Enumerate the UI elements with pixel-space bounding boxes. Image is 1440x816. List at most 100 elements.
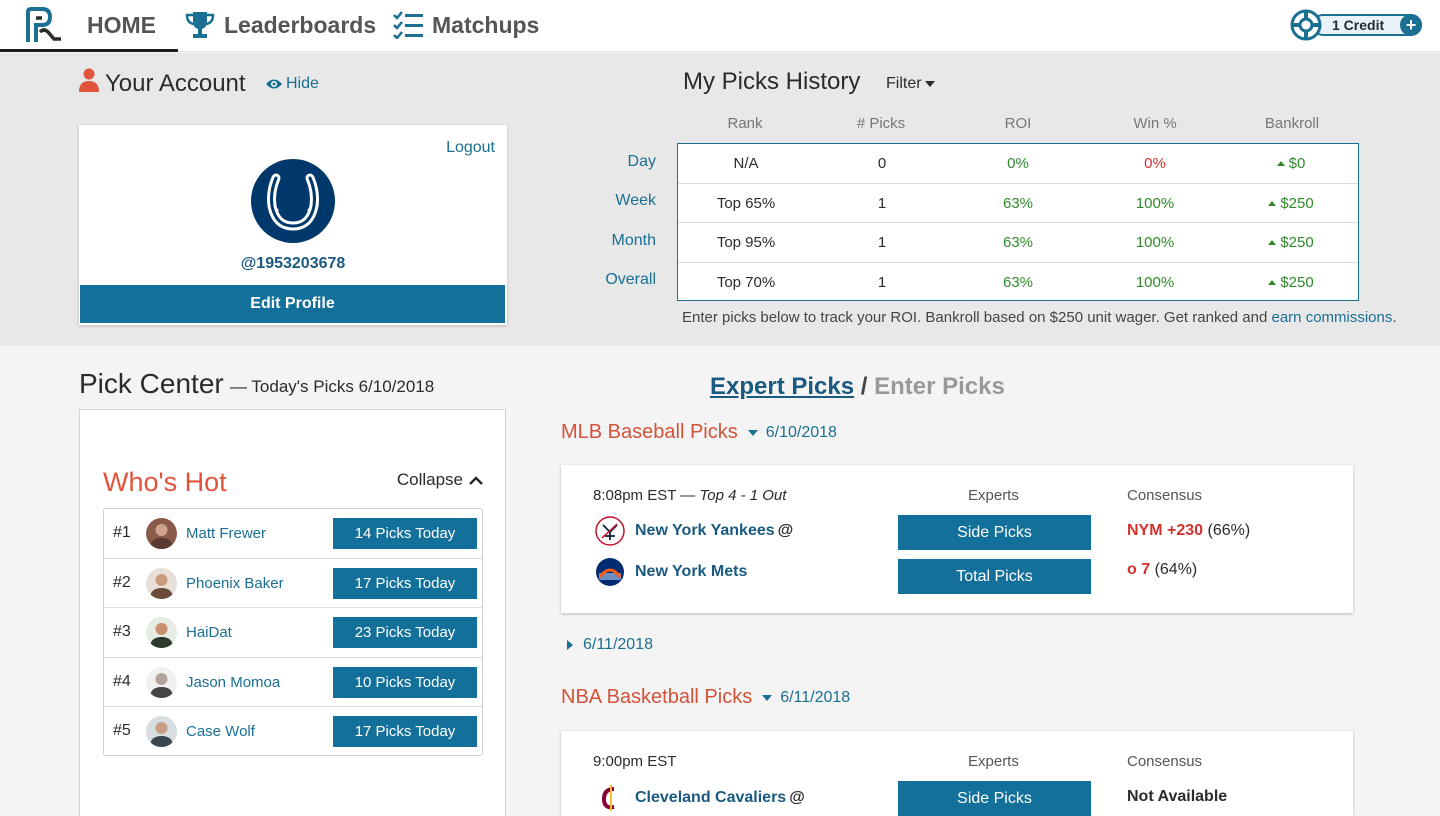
picks-cell: 1 [877, 194, 887, 212]
row-label-month[interactable]: Month [560, 232, 656, 250]
hide-label: Hide [286, 75, 319, 92]
tab-enter-picks[interactable]: Enter Picks [874, 373, 1005, 400]
hot-user-name[interactable]: Phoenix Baker [186, 575, 284, 592]
avatar[interactable] [146, 666, 177, 698]
edit-profile-button[interactable]: Edit Profile [80, 285, 505, 323]
avatar[interactable] [146, 518, 177, 549]
nav-leaderboards[interactable]: Leaderboards [184, 8, 376, 42]
nba-game-card: 9:00pm EST Experts Consensus Cleveland C… [561, 731, 1353, 816]
caret-right-icon [567, 640, 573, 650]
picks-today-button[interactable]: 14 Picks Today [333, 518, 477, 549]
picks-today-button[interactable]: 10 Picks Today [333, 666, 477, 698]
col-header-bankroll: Bankroll [1264, 115, 1320, 132]
row-label-day[interactable]: Day [560, 153, 656, 171]
away-team[interactable]: Cleveland Cavaliers @ [595, 783, 805, 813]
bankroll-value: $250 [1280, 194, 1314, 212]
avatar[interactable] [146, 716, 177, 747]
picks-today-button[interactable]: 23 Picks Today [333, 617, 477, 648]
tab-expert-picks[interactable]: Expert Picks [710, 373, 854, 400]
chevron-up-icon [469, 475, 483, 485]
history-note-end: . [1392, 309, 1397, 326]
checklist-icon [392, 11, 424, 39]
bankroll-cell: $0 [1223, 144, 1359, 183]
picks-mode-toggle: Expert Picks / Enter Picks [710, 373, 1005, 401]
nav-home[interactable]: HOME [87, 8, 156, 42]
nav-home-label: HOME [87, 11, 156, 38]
bankroll-value: $0 [1288, 155, 1306, 172]
collapse-label: Collapse [396, 470, 463, 489]
home-team[interactable]: New York Mets [595, 557, 747, 587]
win-cell: 100% [1135, 234, 1175, 251]
add-credit-button[interactable]: + [1400, 14, 1422, 36]
list-item: #4 Jason Momoa 10 Picks Today [104, 658, 482, 707]
hot-user-name[interactable]: HaiDat [186, 624, 232, 641]
table-row: Top 65% 1 63% 100% $250 [678, 184, 1358, 223]
col-header-rank: Rank [727, 115, 763, 132]
roi-cell: 0% [1007, 155, 1029, 172]
caret-down-icon [747, 429, 758, 436]
collapse-toggle[interactable]: Collapse [397, 470, 483, 490]
picks-today-button[interactable]: 17 Picks Today [333, 567, 477, 599]
credit-label: 1 Credit [1332, 17, 1385, 33]
away-team[interactable]: New York Yankees @ [595, 516, 793, 546]
hot-rank: #2 [113, 573, 131, 591]
win-cell: 100% [1135, 273, 1175, 291]
hot-user-name[interactable]: Jason Momoa [186, 674, 280, 691]
table-row: N/A 0 0% 0% $0 [678, 144, 1358, 184]
away-team-name: Cleveland Cavaliers [635, 789, 787, 806]
total-picks-button[interactable]: Total Picks [898, 559, 1091, 594]
avatar[interactable] [146, 567, 177, 599]
whos-hot-title: Who's Hot [103, 467, 227, 497]
list-item: #1 Matt Frewer 14 Picks Today [104, 509, 482, 559]
hot-user-name[interactable]: Matt Frewer [186, 525, 266, 542]
nba-section-header[interactable]: NBA Basketball Picks 6/11/2018 [561, 686, 850, 709]
game-time: 9:00pm EST [593, 753, 677, 770]
at-symbol: @ [777, 522, 794, 539]
logout-link[interactable]: Logout [446, 139, 495, 157]
profile-card: Logout @1953203678 Edit Profile [79, 125, 507, 325]
side-picks-button[interactable]: Side Picks [898, 515, 1091, 550]
picks-cell: 1 [877, 234, 887, 251]
yankees-logo-icon [595, 516, 625, 546]
picks-today-button[interactable]: 17 Picks Today [333, 716, 477, 747]
consensus-total: o 7 (64%) [1127, 561, 1197, 579]
consensus-header: Consensus [1127, 487, 1203, 504]
consensus-header: Consensus [1127, 753, 1203, 770]
account-title: Your Account [79, 68, 246, 99]
user-handle: @1953203678 [240, 255, 346, 272]
row-label-overall[interactable]: Overall [560, 271, 656, 289]
side-picks-button[interactable]: Side Picks [898, 781, 1091, 816]
mlb-game-card: 8:08pm EST — Top 4 - 1 Out Experts Conse… [561, 465, 1353, 613]
rank-cell: Top 70% [716, 273, 776, 291]
nav-leaderboards-label: Leaderboards [224, 11, 377, 38]
earn-commissions-link[interactable]: earn commissions [1272, 309, 1393, 326]
history-note: Enter picks below to track your ROI. Ban… [682, 309, 1397, 326]
nav-active-indicator [0, 49, 178, 52]
arrow-up-icon [1276, 161, 1285, 166]
hot-rank: #4 [113, 672, 131, 690]
next-date-label: 6/11/2018 [583, 636, 653, 653]
col-header-picks: # Picks [856, 115, 906, 132]
picks-cell: 0 [877, 155, 887, 172]
list-item: #5 Case Wolf 17 Picks Today [104, 707, 482, 757]
row-label-week[interactable]: Week [560, 192, 656, 210]
game-time-text: 8:08pm EST — [593, 487, 700, 504]
filter-dropdown[interactable]: Filter [886, 75, 935, 93]
logo-icon[interactable] [24, 6, 64, 44]
credit-pill[interactable]: 1 Credit + [1312, 14, 1422, 36]
credit-widget[interactable]: 1 Credit + [1290, 9, 1422, 41]
consensus-side: NYM +230 (66%) [1127, 522, 1250, 540]
hot-rank: #3 [113, 623, 131, 640]
arrow-up-icon [1268, 200, 1277, 206]
next-date-toggle[interactable]: 6/11/2018 [567, 636, 653, 654]
eye-icon [266, 79, 282, 89]
nav-matchups[interactable]: Matchups [392, 8, 539, 42]
bankroll-value: $250 [1280, 273, 1314, 291]
hot-user-name[interactable]: Case Wolf [186, 723, 255, 740]
list-item: #2 Phoenix Baker 17 Picks Today [104, 559, 482, 608]
mlb-date: 6/10/2018 [765, 423, 837, 441]
game-status: Top 4 - 1 Out [699, 487, 787, 504]
mlb-section-header[interactable]: MLB Baseball Picks 6/10/2018 [561, 421, 837, 444]
hide-account-link[interactable]: Hide [265, 75, 319, 93]
avatar[interactable] [146, 617, 177, 648]
